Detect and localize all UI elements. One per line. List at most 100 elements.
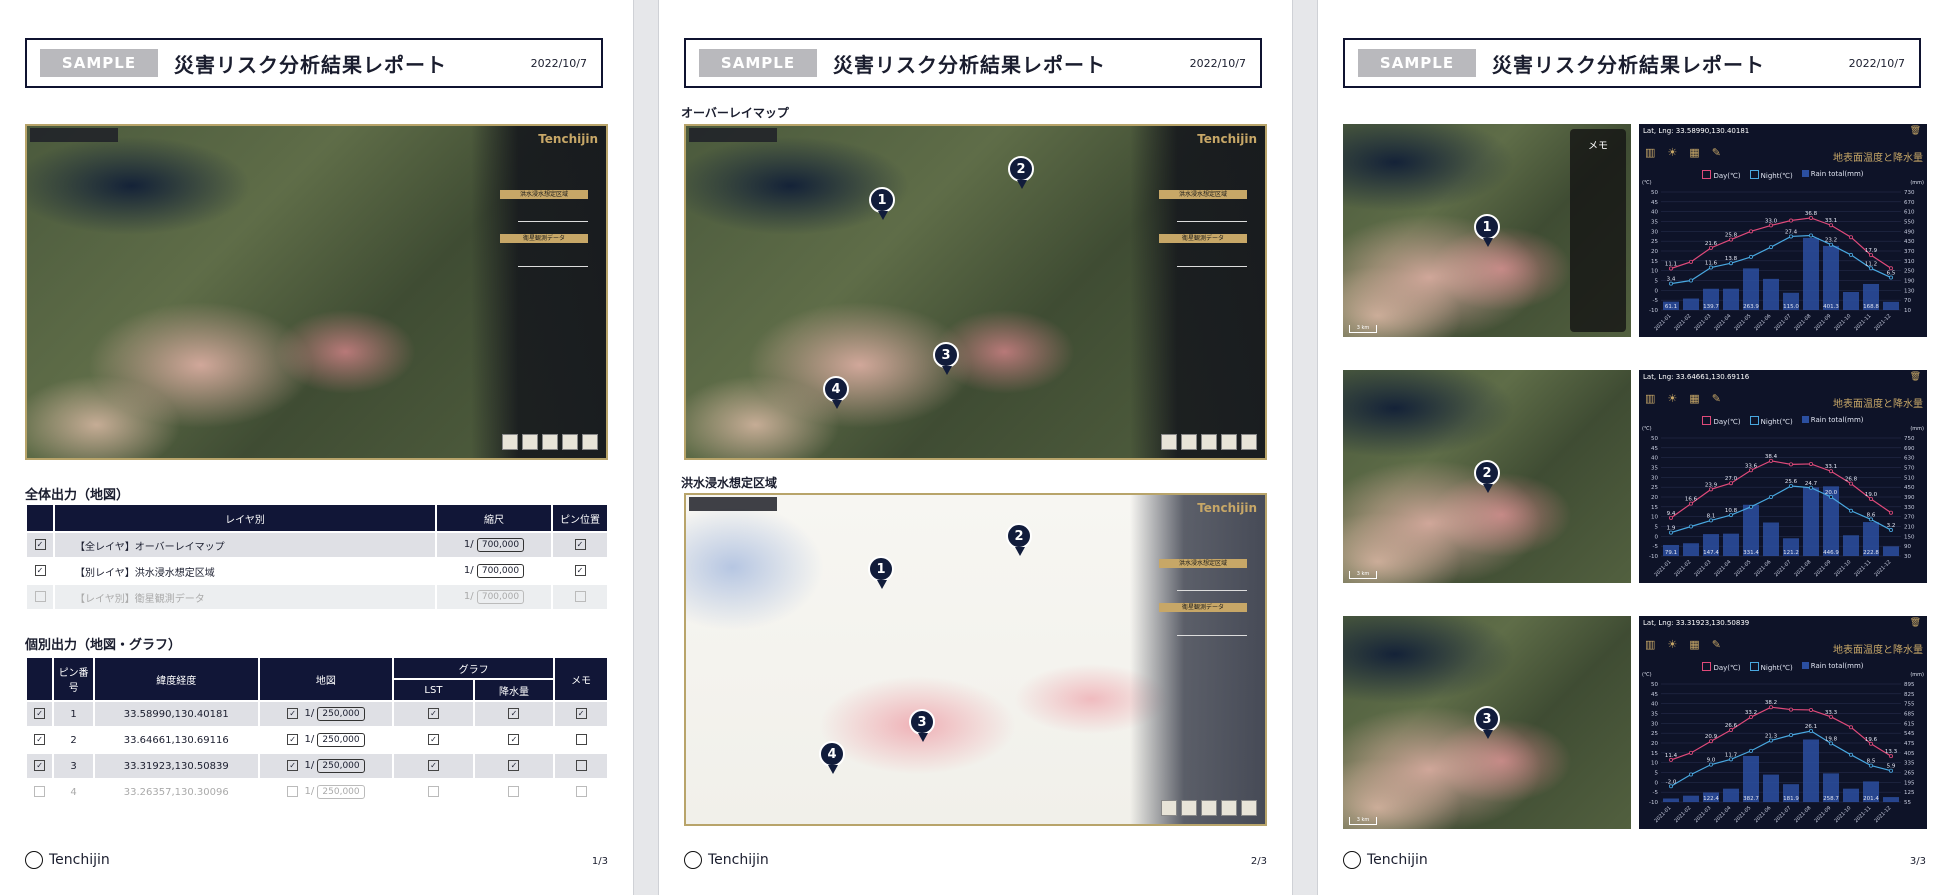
pin-position-checkbox[interactable]: ✓: [574, 539, 586, 551]
map-pin-1[interactable]: 1: [1474, 214, 1500, 247]
layer-satellite-bar[interactable]: 衛星観測データ: [1159, 234, 1247, 243]
trash-icon[interactable]: 🗑: [1910, 618, 1921, 628]
lst-checkbox[interactable]: ✓: [427, 760, 439, 772]
basemap-thumbnails[interactable]: [502, 434, 598, 450]
flood-map[interactable]: Tenchijin 洪水浸水想定区域 衛星観測データ 1 2 3 4: [684, 493, 1267, 826]
layer-flood-bar[interactable]: 洪水浸水想定区域: [1159, 190, 1247, 199]
row-checkbox[interactable]: ✓: [34, 734, 46, 746]
scale-input[interactable]: 250,000: [317, 785, 365, 799]
basemap-thumb[interactable]: [502, 434, 518, 450]
map-pin-2[interactable]: 2: [1474, 460, 1500, 493]
map-pin-1[interactable]: 1: [868, 556, 894, 589]
memo-checkbox[interactable]: [575, 734, 587, 746]
map-checkbox[interactable]: [287, 785, 299, 797]
basemap-thumb[interactable]: [1221, 434, 1237, 450]
map-toolbar[interactable]: [30, 128, 118, 142]
layer-flood-bar[interactable]: 洪水浸水想定区域: [1159, 559, 1247, 568]
scale-input[interactable]: 700,000: [476, 590, 525, 604]
layer-satellite-slider[interactable]: [518, 266, 588, 267]
map-pin-4[interactable]: 4: [819, 741, 845, 774]
sun-icon[interactable]: ☀: [1667, 392, 1677, 405]
memo-box[interactable]: メモ: [1570, 129, 1626, 332]
layer-satellite-slider[interactable]: [1177, 266, 1247, 267]
pin-position-checkbox[interactable]: ✓: [574, 565, 586, 577]
trash-icon[interactable]: 🗑: [1910, 126, 1921, 136]
layer-satellite-bar[interactable]: 衛星観測データ: [500, 234, 588, 243]
lst-checkbox[interactable]: ✓: [427, 734, 439, 746]
layer-flood-slider[interactable]: [518, 221, 588, 222]
rain-checkbox[interactable]: ✓: [508, 760, 520, 772]
row-checkbox[interactable]: ✓: [34, 760, 46, 772]
grid-icon[interactable]: ▦: [1689, 146, 1699, 159]
basemap-thumb[interactable]: [582, 434, 598, 450]
pin-position-checkbox[interactable]: [574, 591, 586, 603]
pencil-icon[interactable]: ✎: [1712, 392, 1721, 405]
map-toolbar[interactable]: [689, 128, 777, 142]
basemap-thumb[interactable]: [1181, 434, 1197, 450]
map-checkbox[interactable]: ✓: [287, 707, 299, 719]
lst-checkbox[interactable]: [427, 786, 439, 798]
map-checkbox[interactable]: ✓: [287, 759, 299, 771]
trash-icon[interactable]: 🗑: [1910, 372, 1921, 382]
basemap-thumb[interactable]: [1241, 800, 1257, 816]
map-pin-2[interactable]: 2: [1006, 523, 1032, 556]
basemap-thumb[interactable]: [1201, 434, 1217, 450]
map-pin-2[interactable]: 2: [1008, 156, 1034, 189]
basemap-thumb[interactable]: [1181, 800, 1197, 816]
memo-checkbox[interactable]: ✓: [575, 708, 587, 720]
basemap-thumb[interactable]: [1221, 800, 1237, 816]
basemap-thumb[interactable]: [1161, 800, 1177, 816]
rain-checkbox[interactable]: ✓: [508, 708, 520, 720]
map-checkbox[interactable]: ✓: [287, 733, 299, 745]
map-pin-3[interactable]: 3: [933, 342, 959, 375]
sun-icon[interactable]: ☀: [1667, 638, 1677, 651]
basemap-thumb[interactable]: [542, 434, 558, 450]
chart-icon[interactable]: ▥: [1645, 146, 1655, 159]
pin-map-1[interactable]: メモ 1 3 km: [1343, 124, 1631, 337]
scale-input[interactable]: 700,000: [476, 538, 525, 552]
map-toolbar[interactable]: [689, 497, 777, 511]
lst-checkbox[interactable]: ✓: [427, 708, 439, 720]
scale-input[interactable]: 700,000: [476, 564, 525, 578]
map-pin-4[interactable]: 4: [823, 376, 849, 409]
pencil-icon[interactable]: ✎: [1712, 638, 1721, 651]
layer-flood-bar[interactable]: 洪水浸水想定区域: [500, 190, 588, 199]
scale-input[interactable]: 250,000: [317, 733, 365, 747]
pin-map-3[interactable]: 3 3 km: [1343, 616, 1631, 829]
basemap-thumb[interactable]: [1161, 434, 1177, 450]
scale-input[interactable]: 250,000: [317, 759, 365, 773]
memo-checkbox[interactable]: [575, 786, 587, 798]
grid-icon[interactable]: ▦: [1689, 392, 1699, 405]
overlay-map[interactable]: Tenchijin 洪水浸水想定区域 衛星観測データ 1 2 3 4: [684, 124, 1267, 460]
pencil-icon[interactable]: ✎: [1712, 146, 1721, 159]
map-pin-3[interactable]: 3: [1474, 706, 1500, 739]
rain-checkbox[interactable]: [508, 786, 520, 798]
map-pin-1[interactable]: 1: [869, 187, 895, 220]
memo-checkbox[interactable]: [575, 760, 587, 772]
chart-icon[interactable]: ▥: [1645, 392, 1655, 405]
basemap-thumb[interactable]: [522, 434, 538, 450]
sun-icon[interactable]: ☀: [1667, 146, 1677, 159]
row-checkbox[interactable]: ✓: [34, 708, 46, 720]
row-checkbox[interactable]: [34, 786, 46, 798]
row-checkbox[interactable]: ✓: [34, 539, 46, 551]
basemap-thumbnails[interactable]: [1161, 800, 1257, 816]
layer-flood-slider[interactable]: [1177, 221, 1247, 222]
map-pin-3[interactable]: 3: [909, 709, 935, 742]
basemap-thumb[interactable]: [1241, 434, 1257, 450]
scale-input[interactable]: 250,000: [317, 707, 365, 721]
chart-icon[interactable]: ▥: [1645, 638, 1655, 651]
overview-map[interactable]: Tenchijin 洪水浸水想定区域 衛星観測データ: [25, 124, 608, 460]
grid-icon[interactable]: ▦: [1689, 638, 1699, 651]
x-tick-label: 2021-02: [1673, 313, 1692, 332]
pin-map-2[interactable]: 2 3 km: [1343, 370, 1631, 583]
row-checkbox[interactable]: [34, 591, 46, 603]
layer-satellite-slider[interactable]: [1177, 635, 1247, 636]
basemap-thumbnails[interactable]: [1161, 434, 1257, 450]
basemap-thumb[interactable]: [562, 434, 578, 450]
layer-satellite-bar[interactable]: 衛星観測データ: [1159, 603, 1247, 612]
rain-checkbox[interactable]: ✓: [508, 734, 520, 746]
layer-flood-slider[interactable]: [1177, 590, 1247, 591]
basemap-thumb[interactable]: [1201, 800, 1217, 816]
row-checkbox[interactable]: ✓: [34, 565, 46, 577]
